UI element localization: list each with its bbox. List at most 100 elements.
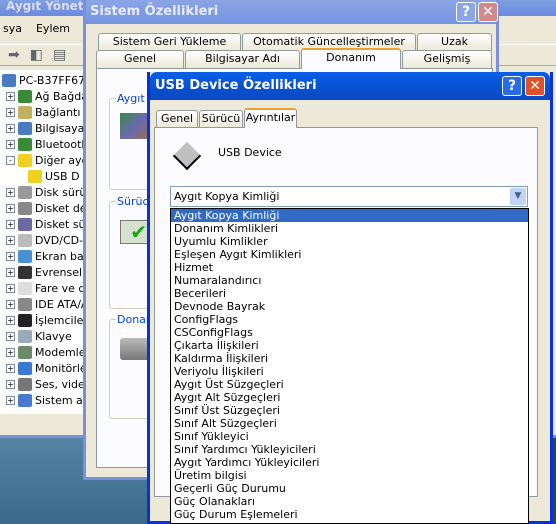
- expand-icon[interactable]: +: [6, 267, 15, 277]
- dropdown-option[interactable]: Üretim bilgisi: [171, 469, 528, 482]
- dropdown-option[interactable]: Uyumlu Kimlikler: [171, 235, 528, 248]
- tree-item[interactable]: PC-B37FF67C: [2, 72, 93, 88]
- unknown-device-icon: [18, 153, 32, 167]
- tree-item[interactable]: - Diğer ayg: [6, 152, 89, 168]
- usb-device-icon: [172, 141, 202, 171]
- help-button[interactable]: ?: [456, 2, 476, 22]
- expand-icon[interactable]: +: [6, 123, 15, 133]
- tab-general[interactable]: Genel: [156, 110, 198, 128]
- dropdown-option[interactable]: CSConfigFlags: [171, 326, 528, 339]
- dropdown-option[interactable]: Kaldırma İlişkileri: [171, 352, 528, 365]
- network-card-icon: [18, 137, 32, 151]
- expand-icon[interactable]: +: [6, 107, 15, 117]
- expand-icon[interactable]: +: [6, 91, 15, 101]
- expand-icon[interactable]: +: [6, 395, 15, 405]
- menu-action[interactable]: Eylem: [36, 22, 70, 35]
- expand-icon[interactable]: +: [6, 347, 15, 357]
- dropdown-option[interactable]: Sınıf Alt Süzgeçleri: [171, 417, 528, 430]
- menu-file[interactable]: sya: [3, 22, 22, 35]
- dropdown-option[interactable]: Aygıt Alt Süzgeçleri: [171, 391, 528, 404]
- dropdown-option[interactable]: Becerileri: [171, 287, 528, 300]
- expand-icon[interactable]: +: [6, 251, 15, 261]
- expand-icon[interactable]: +: [6, 331, 15, 341]
- close-button[interactable]: ✕: [525, 76, 545, 96]
- tree-item[interactable]: + Monitörler: [6, 360, 91, 376]
- expand-icon[interactable]: +: [6, 299, 15, 309]
- expand-icon[interactable]: +: [6, 235, 15, 245]
- show-hide-tree-icon[interactable]: ◧: [30, 47, 43, 63]
- properties-icon[interactable]: ▤: [53, 47, 66, 63]
- tree-item[interactable]: + Disket sür: [6, 216, 90, 232]
- menu-bar: sya Eylem G: [3, 22, 93, 35]
- modem-icon: [18, 345, 32, 359]
- dropdown-option[interactable]: Sınıf Üst Süzgeçleri: [171, 404, 528, 417]
- sound-icon: [18, 377, 32, 391]
- system-properties-title: Sistem Özellikleri: [86, 0, 496, 24]
- help-button[interactable]: ?: [502, 76, 522, 96]
- tab-system-restore[interactable]: Sistem Geri Yükleme: [98, 33, 241, 51]
- port-icon: [18, 105, 32, 119]
- tab-driver[interactable]: Sürücü: [199, 110, 243, 128]
- tree-item[interactable]: + Ağ Bağda: [6, 88, 88, 104]
- tree-item[interactable]: + Ekran bağ: [6, 248, 91, 264]
- tree-item[interactable]: + IDE ATA/A: [6, 296, 88, 312]
- dropdown-option[interactable]: Numaralandırıcı: [171, 274, 528, 287]
- dropdown-option[interactable]: Devnode Bayrak: [171, 300, 528, 313]
- expand-icon[interactable]: +: [6, 315, 15, 325]
- expand-icon[interactable]: +: [6, 283, 15, 293]
- tree-item-label: Fare ve d: [35, 281, 86, 295]
- expand-icon[interactable]: +: [6, 219, 15, 229]
- tab-general[interactable]: Genel: [96, 50, 184, 68]
- tree-item[interactable]: + İşlemciler: [6, 312, 88, 328]
- tree-item[interactable]: + Bağlantı N: [6, 104, 92, 120]
- dropdown-option[interactable]: Donanım Kimlikleri: [171, 222, 528, 235]
- tree-item[interactable]: + Fare ve d: [6, 280, 85, 296]
- dropdown-option[interactable]: Sınıf Yükleyici: [171, 430, 528, 443]
- property-dropdown-list[interactable]: Aygıt Kopya Kimliği Donanım Kimlikleri Uyu…: [170, 208, 529, 524]
- tab-advanced[interactable]: Gelişmiş: [402, 50, 492, 68]
- tab-remote[interactable]: Uzak: [417, 33, 492, 51]
- dropdown-option[interactable]: ConfigFlags: [171, 313, 528, 326]
- collapse-icon[interactable]: -: [6, 155, 15, 165]
- property-select[interactable]: Aygıt Kopya Kimliği ▼: [170, 186, 528, 207]
- usb-icon: [18, 265, 32, 279]
- tree-item[interactable]: + Sistem ay: [6, 392, 89, 408]
- display-adapter-icon: [18, 249, 32, 263]
- dropdown-option[interactable]: Sınıf Yardımcı Yükleyicileri: [171, 443, 528, 456]
- tree-item[interactable]: + Evrensel S: [6, 264, 93, 280]
- tree-item[interactable]: + Bilgisayar: [6, 120, 89, 136]
- dropdown-option[interactable]: Aygıt Üst Süzgeçleri: [171, 378, 528, 391]
- dropdown-option[interactable]: Geçerli Güç Durumu: [171, 482, 528, 495]
- expand-icon[interactable]: +: [6, 139, 15, 149]
- chevron-down-icon[interactable]: ▼: [510, 188, 526, 205]
- dropdown-option[interactable]: Güç Durum Eşlemeleri: [171, 508, 528, 521]
- dialog-title: USB Device Özellikleri: [150, 72, 550, 100]
- expand-icon[interactable]: +: [6, 379, 15, 389]
- tree-item[interactable]: + DVD/CD-R: [6, 232, 91, 248]
- expand-icon[interactable]: +: [6, 363, 15, 373]
- tree-item[interactable]: + Klavye: [6, 328, 72, 344]
- dropdown-option[interactable]: Aygıt Kopya Kimliği: [171, 209, 528, 222]
- tree-item[interactable]: + Modemler: [6, 344, 90, 360]
- close-button[interactable]: ✕: [478, 2, 498, 22]
- expand-icon[interactable]: +: [6, 187, 15, 197]
- dropdown-option[interactable]: Eşleşen Aygıt Kimlikleri: [171, 248, 528, 261]
- tree-item[interactable]: + Ses, video: [6, 376, 92, 392]
- expand-icon[interactable]: +: [6, 203, 15, 213]
- dropdown-option[interactable]: Veriyolu İlişkileri: [171, 365, 528, 378]
- forward-icon[interactable]: ➡: [8, 47, 20, 63]
- tab-details[interactable]: Ayrıntılar: [244, 108, 297, 128]
- dropdown-option[interactable]: Çıkarta İlişkileri: [171, 339, 528, 352]
- tab-hardware[interactable]: Donanım: [301, 48, 401, 69]
- tree-item[interactable]: + Disk sürüc: [6, 184, 92, 200]
- tab-computer-name[interactable]: Bilgisayar Adı: [185, 50, 300, 68]
- dropdown-option[interactable]: Hizmet: [171, 261, 528, 274]
- dropdown-option[interactable]: Aygıt Yardımcı Yükleyicileri: [171, 456, 528, 469]
- tree-item[interactable]: + Bluetooth: [6, 136, 88, 152]
- tree-item-label: İşlemciler: [35, 313, 88, 327]
- tree-item[interactable]: + Disket der: [6, 200, 91, 216]
- usb-device-properties-dialog: USB Device Özellikleri ? ✕ Genel Sürücü …: [147, 72, 553, 524]
- tree-item[interactable]: USB D: [28, 168, 80, 184]
- driver-signing-icon: ✔: [120, 220, 148, 244]
- dropdown-option[interactable]: Güç Olanakları: [171, 495, 528, 508]
